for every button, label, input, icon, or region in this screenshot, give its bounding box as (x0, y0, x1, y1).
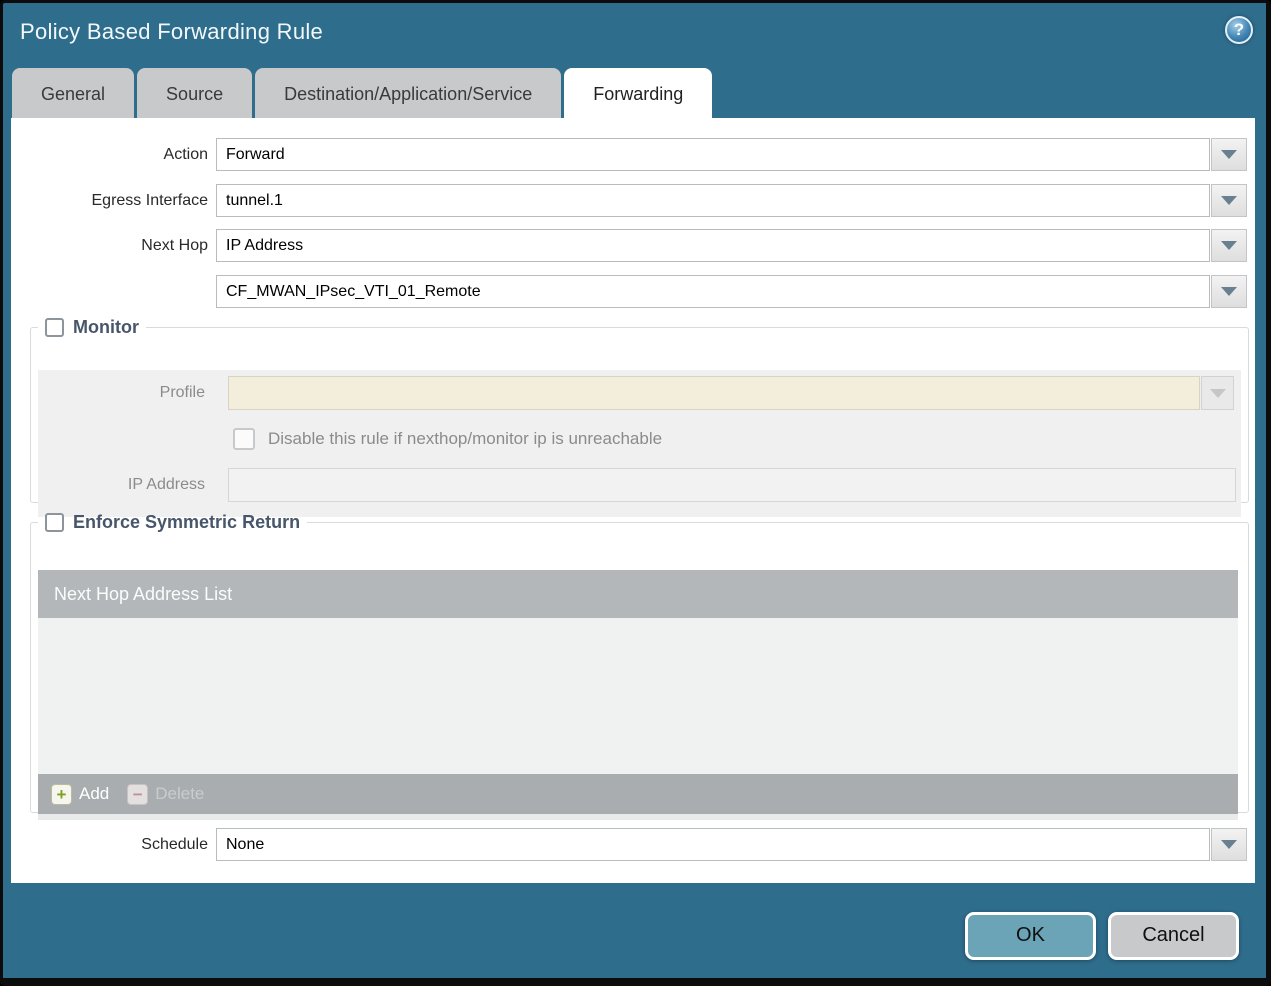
disable-rule-label: Disable this rule if nexthop/monitor ip … (268, 429, 663, 448)
schedule-label: Schedule (141, 836, 208, 853)
action-label: Action (163, 146, 208, 163)
delete-button: − Delete (127, 783, 205, 805)
profile-input (228, 376, 1200, 410)
tab-source[interactable]: Source (137, 68, 253, 121)
next-hop-label: Next Hop (141, 237, 208, 254)
chevron-down-icon (1221, 241, 1237, 250)
action-combo (216, 138, 1247, 171)
action-dropdown-button[interactable] (1211, 138, 1247, 171)
next-hop-type-input[interactable] (216, 229, 1210, 262)
chevron-down-icon (1221, 150, 1237, 159)
enforce-symmetric-return-checkbox[interactable] (45, 513, 64, 532)
next-hop-address-combo (216, 275, 1247, 308)
next-hop-address-list-body (38, 618, 1238, 774)
policy-based-forwarding-dialog: Policy Based Forwarding Rule ? General S… (0, 0, 1271, 986)
profile-label: Profile (159, 384, 205, 401)
plus-icon: + (51, 783, 72, 805)
next-hop-address-list-header: Next Hop Address List (38, 570, 1238, 618)
next-hop-address-input[interactable] (216, 275, 1210, 308)
enforce-symmetric-return-legend-label: Enforce Symmetric Return (73, 512, 301, 532)
egress-interface-dropdown-button[interactable] (1211, 184, 1247, 217)
tab-general[interactable]: General (12, 68, 135, 121)
chevron-down-icon (1221, 840, 1237, 849)
table-bottom-strip (38, 814, 1238, 820)
egress-interface-combo (216, 184, 1247, 217)
chevron-down-icon (1221, 287, 1237, 296)
schedule-dropdown-button[interactable] (1211, 828, 1247, 861)
next-hop-row: Next Hop (11, 229, 1247, 262)
tab-destination-application-service[interactable]: Destination/Application/Service (255, 68, 562, 121)
next-hop-address-label-spacer (11, 275, 208, 308)
action-input[interactable] (216, 138, 1210, 171)
chevron-down-icon (1209, 388, 1226, 398)
enforce-symmetric-return-fieldset: Enforce Symmetric Return Next Hop Addres… (30, 512, 1249, 820)
schedule-row: Schedule (11, 828, 1247, 861)
tab-bar: General Source Destination/Application/S… (12, 68, 713, 121)
monitor-legend-label: Monitor (73, 317, 139, 337)
action-row: Action (11, 138, 1247, 171)
next-hop-address-dropdown-button[interactable] (1211, 275, 1247, 308)
monitor-legend: Monitor (38, 317, 146, 338)
egress-interface-input[interactable] (216, 184, 1210, 217)
delete-button-label: Delete (155, 784, 205, 803)
monitor-checkbox[interactable] (45, 318, 64, 337)
schedule-input[interactable] (216, 828, 1210, 861)
minus-icon: − (127, 783, 149, 805)
next-hop-address-list-table: Next Hop Address List + Add − Delete (38, 570, 1238, 820)
monitor-panel: Profile Disable this rule if nexthop/mon… (38, 370, 1241, 517)
next-hop-type-dropdown-button[interactable] (1211, 229, 1247, 262)
profile-row: Profile (38, 376, 1234, 410)
forwarding-tab-panel: Action Egress Interface Next Hop (11, 118, 1255, 883)
egress-interface-label: Egress Interface (91, 192, 209, 209)
tab-forwarding[interactable]: Forwarding (564, 68, 713, 121)
egress-interface-row: Egress Interface (11, 184, 1247, 217)
next-hop-type-combo (216, 229, 1247, 262)
dialog-title: Policy Based Forwarding Rule (20, 19, 324, 44)
next-hop-address-row (11, 275, 1247, 308)
monitor-ip-address-input (228, 468, 1236, 502)
add-button[interactable]: + Add (51, 783, 110, 805)
add-button-label: Add (79, 784, 110, 803)
monitor-fieldset: Monitor Profile Disable this rule if nex… (30, 317, 1249, 517)
monitor-ip-address-row: IP Address (38, 468, 1236, 502)
next-hop-address-list-toolbar: + Add − Delete (38, 774, 1238, 814)
cancel-button[interactable]: Cancel (1108, 912, 1239, 960)
disable-rule-checkbox (233, 428, 255, 450)
monitor-ip-address-label: IP Address (127, 476, 205, 493)
enforce-symmetric-return-legend: Enforce Symmetric Return (38, 512, 307, 533)
ok-button[interactable]: OK (965, 912, 1096, 960)
chevron-down-icon (1221, 196, 1237, 205)
schedule-combo (216, 828, 1247, 861)
help-icon[interactable]: ? (1225, 16, 1253, 44)
profile-dropdown-button (1201, 376, 1234, 410)
disable-rule-row: Disable this rule if nexthop/monitor ip … (38, 422, 662, 456)
